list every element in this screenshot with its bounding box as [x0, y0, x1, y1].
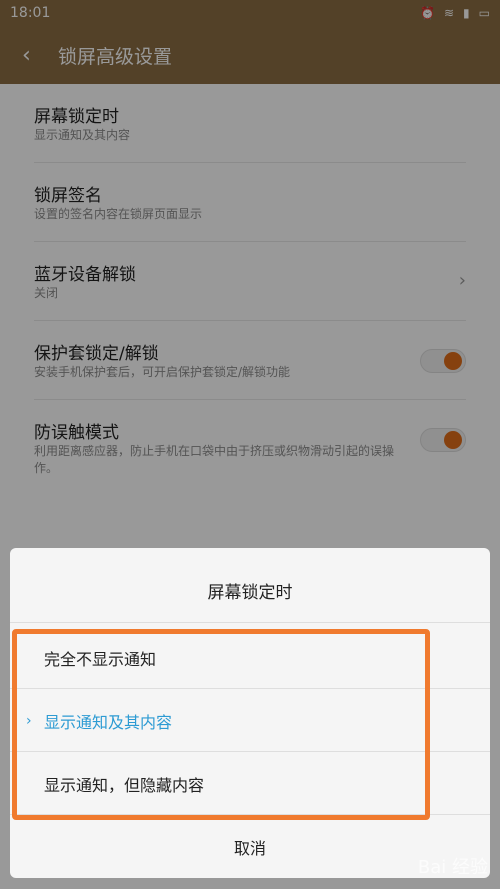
dialog-title: 屏幕锁定时 [207, 583, 293, 603]
highlight-annotation [12, 629, 430, 820]
watermark-logo: Bai 经验 [417, 857, 488, 878]
divider [10, 622, 490, 623]
